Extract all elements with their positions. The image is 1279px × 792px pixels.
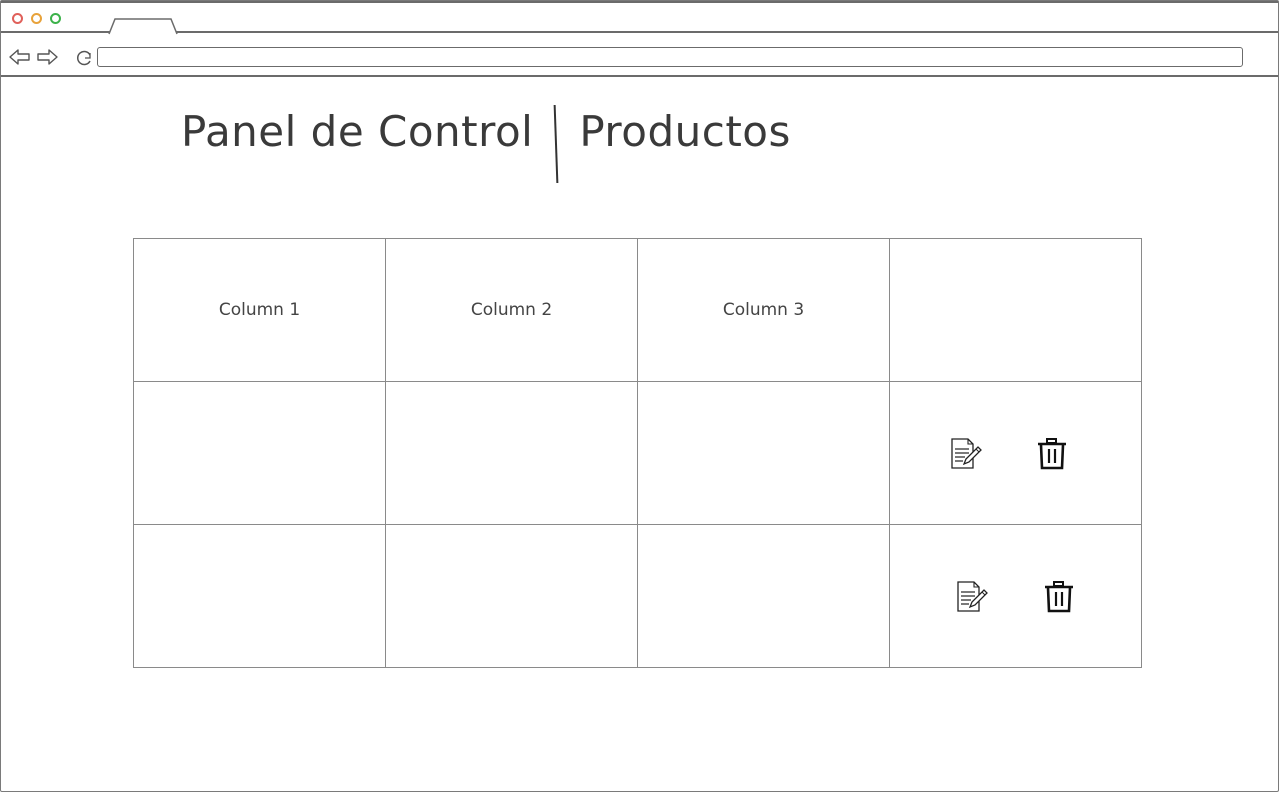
maximize-window-button[interactable] xyxy=(50,13,61,24)
table-row xyxy=(133,524,1142,668)
row-actions-cell xyxy=(889,381,1142,525)
table-cell xyxy=(133,381,386,525)
column-header: Column 2 xyxy=(385,238,638,382)
edit-icon[interactable] xyxy=(956,581,990,613)
column-header: Column 3 xyxy=(637,238,890,382)
close-window-button[interactable] xyxy=(12,13,23,24)
table-cell xyxy=(637,524,890,668)
page-title: Panel de Control Productos xyxy=(181,104,791,185)
title-divider xyxy=(553,104,559,184)
forward-arrow-icon[interactable] xyxy=(36,48,58,66)
back-arrow-icon[interactable] xyxy=(9,48,31,66)
column-header: Column 1 xyxy=(133,238,386,382)
browser-window: Panel de Control Productos Column 1 Colum… xyxy=(0,0,1279,792)
table-cell xyxy=(385,381,638,525)
table-cell xyxy=(133,524,386,668)
page-title-section: Panel de Control xyxy=(181,107,534,156)
row-actions-cell xyxy=(889,524,1142,668)
address-bar[interactable] xyxy=(97,47,1243,67)
minimize-window-button[interactable] xyxy=(31,13,42,24)
reload-icon[interactable] xyxy=(75,49,95,67)
delete-icon[interactable] xyxy=(1037,438,1067,470)
table-header-row: Column 1 Column 2 Column 3 xyxy=(133,238,1142,382)
table-cell xyxy=(385,524,638,668)
table-cell xyxy=(637,381,890,525)
page-title-subsection: Productos xyxy=(579,107,791,156)
products-table: Column 1 Column 2 Column 3 xyxy=(133,238,1142,668)
delete-icon[interactable] xyxy=(1044,581,1074,613)
navigation-bar xyxy=(1,33,1278,77)
title-bar xyxy=(1,1,1278,35)
actions-column-header xyxy=(889,238,1142,382)
edit-icon[interactable] xyxy=(950,438,984,470)
table-row xyxy=(133,381,1142,525)
